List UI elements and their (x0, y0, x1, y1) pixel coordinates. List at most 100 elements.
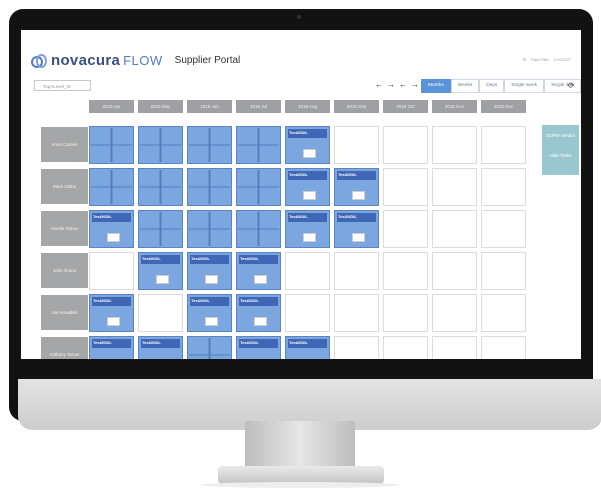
calendar-cell[interactable] (432, 336, 477, 359)
calendar-cell[interactable]: Test20DIL (89, 336, 134, 359)
calendar-cell[interactable] (89, 126, 134, 164)
app-screen: novacura FLOW Supplier Portal ⚙ Paul Pil… (21, 30, 581, 359)
calendar-cell[interactable]: Test20DIL (89, 210, 134, 248)
novacura-logo-icon (31, 54, 47, 68)
task-card-title: Test20DIL (191, 298, 210, 303)
calendar-cell[interactable]: Test20DIL (285, 126, 330, 164)
calendar-cell[interactable] (236, 126, 281, 164)
task-card-title: Test20DIL (338, 214, 357, 219)
oopm-vendor-button[interactable]: OOPM Vendor (545, 130, 576, 142)
calendar-cell[interactable] (481, 294, 526, 332)
search-input[interactable]: TopALevel_ID (34, 80, 91, 91)
document-icon (303, 233, 316, 242)
view-button-weeks[interactable]: Weeks (450, 79, 480, 93)
calendar-cell[interactable] (383, 210, 428, 248)
calendar-cell[interactable]: Test20DIL (236, 336, 281, 359)
calendar-cell[interactable] (285, 252, 330, 290)
arrow-left-icon[interactable]: ← (399, 80, 407, 89)
document-icon (205, 317, 218, 326)
resource-grid: 2018 Apr 2018 May 2018 Jun 2018 Jul 2018 Aug… (21, 100, 526, 359)
refresh-icon[interactable]: ⟳ (568, 81, 575, 90)
calendar-cell[interactable] (481, 126, 526, 164)
calendar-cell[interactable] (432, 168, 477, 206)
document-icon (303, 191, 316, 200)
calendar-cell[interactable] (383, 336, 428, 359)
calendar-cell[interactable] (334, 336, 379, 359)
resource-label[interactable]: Anna Carsen (41, 127, 88, 162)
view-button-days[interactable]: Days (479, 79, 505, 93)
calendar-cell[interactable] (138, 126, 183, 164)
calendar-cell[interactable] (432, 252, 477, 290)
document-icon (254, 317, 267, 326)
calendar-cell[interactable] (334, 126, 379, 164)
calendar-cell[interactable] (334, 252, 379, 290)
calendar-cell[interactable] (383, 252, 428, 290)
calendar-cell[interactable]: Test20DIL (285, 336, 330, 359)
month-header: 2018 Oct (383, 100, 428, 113)
task-card-title: Test20DIL (93, 298, 112, 303)
hide-tasks-button[interactable]: Hide Tasks (545, 150, 576, 162)
calendar-cell[interactable]: Test20DIL (236, 252, 281, 290)
resource-label[interactable]: Joe Kowalski (41, 295, 88, 330)
calendar-cell[interactable] (383, 294, 428, 332)
calendar-cell[interactable] (138, 294, 183, 332)
month-header: 2018 Jun (187, 100, 232, 113)
calendar-cell[interactable]: Test20DIL (138, 336, 183, 359)
view-toolbar: Months Weeks Days Single week Single day (421, 79, 581, 93)
resource-label[interactable]: Anthony Tarver (41, 337, 88, 359)
calendar-cell[interactable] (432, 126, 477, 164)
calendar-cell[interactable] (383, 168, 428, 206)
calendar-cell[interactable] (334, 294, 379, 332)
arrow-right-icon[interactable]: → (387, 80, 395, 89)
month-header: 2018 Sep (334, 100, 379, 113)
arrow-right-icon[interactable]: → (411, 80, 419, 89)
calendar-cell[interactable] (187, 126, 232, 164)
monitor-stand (245, 421, 355, 471)
resource-label[interactable]: Amelie Osbox (41, 211, 88, 246)
camera-icon (297, 15, 301, 19)
user-name[interactable]: Paul Piller (531, 57, 549, 62)
arrow-left-icon[interactable]: ← (375, 80, 383, 89)
view-button-single-week[interactable]: Single week (504, 79, 545, 93)
view-button-single-day[interactable]: Single day (544, 79, 581, 93)
document-icon (107, 317, 120, 326)
calendar-cell[interactable]: Test20DIL (138, 252, 183, 290)
logout-link[interactable]: LOGOUT (554, 57, 571, 62)
view-button-months[interactable]: Months (421, 79, 451, 93)
calendar-cell[interactable]: Test20DIL (187, 252, 232, 290)
month-header: 2018 Jul (236, 100, 281, 113)
globe-icon[interactable]: ⚙ (523, 57, 527, 62)
month-header: 2018 Apr (89, 100, 134, 113)
calendar-cell[interactable] (187, 210, 232, 248)
calendar-cell[interactable] (383, 126, 428, 164)
calendar-cell[interactable] (89, 168, 134, 206)
calendar-cell[interactable] (481, 168, 526, 206)
calendar-cell[interactable] (481, 210, 526, 248)
calendar-cell[interactable]: Test20DIL (236, 294, 281, 332)
calendar-cell[interactable] (236, 210, 281, 248)
calendar-cell[interactable] (236, 168, 281, 206)
calendar-cell[interactable]: Test20DIL (187, 294, 232, 332)
calendar-cell[interactable] (138, 210, 183, 248)
resource-label[interactable]: Mark Gibbs (41, 169, 88, 204)
calendar-cell[interactable] (138, 168, 183, 206)
calendar-cell[interactable] (285, 294, 330, 332)
calendar-cell[interactable]: Test20DIL (285, 210, 330, 248)
calendar-cell[interactable] (481, 252, 526, 290)
resource-label[interactable]: John Grace (41, 253, 88, 288)
task-card-title: Test20DIL (240, 298, 259, 303)
calendar-cell[interactable] (89, 252, 134, 290)
task-card-title: Test20DIL (240, 340, 259, 345)
user-menu: ⚙ Paul Piller LOGOUT (523, 57, 572, 62)
calendar-cell[interactable] (187, 336, 232, 359)
calendar-cell[interactable]: Test20DIL (89, 294, 134, 332)
month-header: 2018 Nov (432, 100, 477, 113)
document-icon (156, 275, 169, 284)
calendar-cell[interactable] (187, 168, 232, 206)
calendar-cell[interactable] (481, 336, 526, 359)
calendar-cell[interactable] (432, 210, 477, 248)
calendar-cell[interactable]: Test20DIL (334, 210, 379, 248)
calendar-cell[interactable] (432, 294, 477, 332)
calendar-cell[interactable]: Test20DIL (334, 168, 379, 206)
calendar-cell[interactable]: Test20DIL (285, 168, 330, 206)
